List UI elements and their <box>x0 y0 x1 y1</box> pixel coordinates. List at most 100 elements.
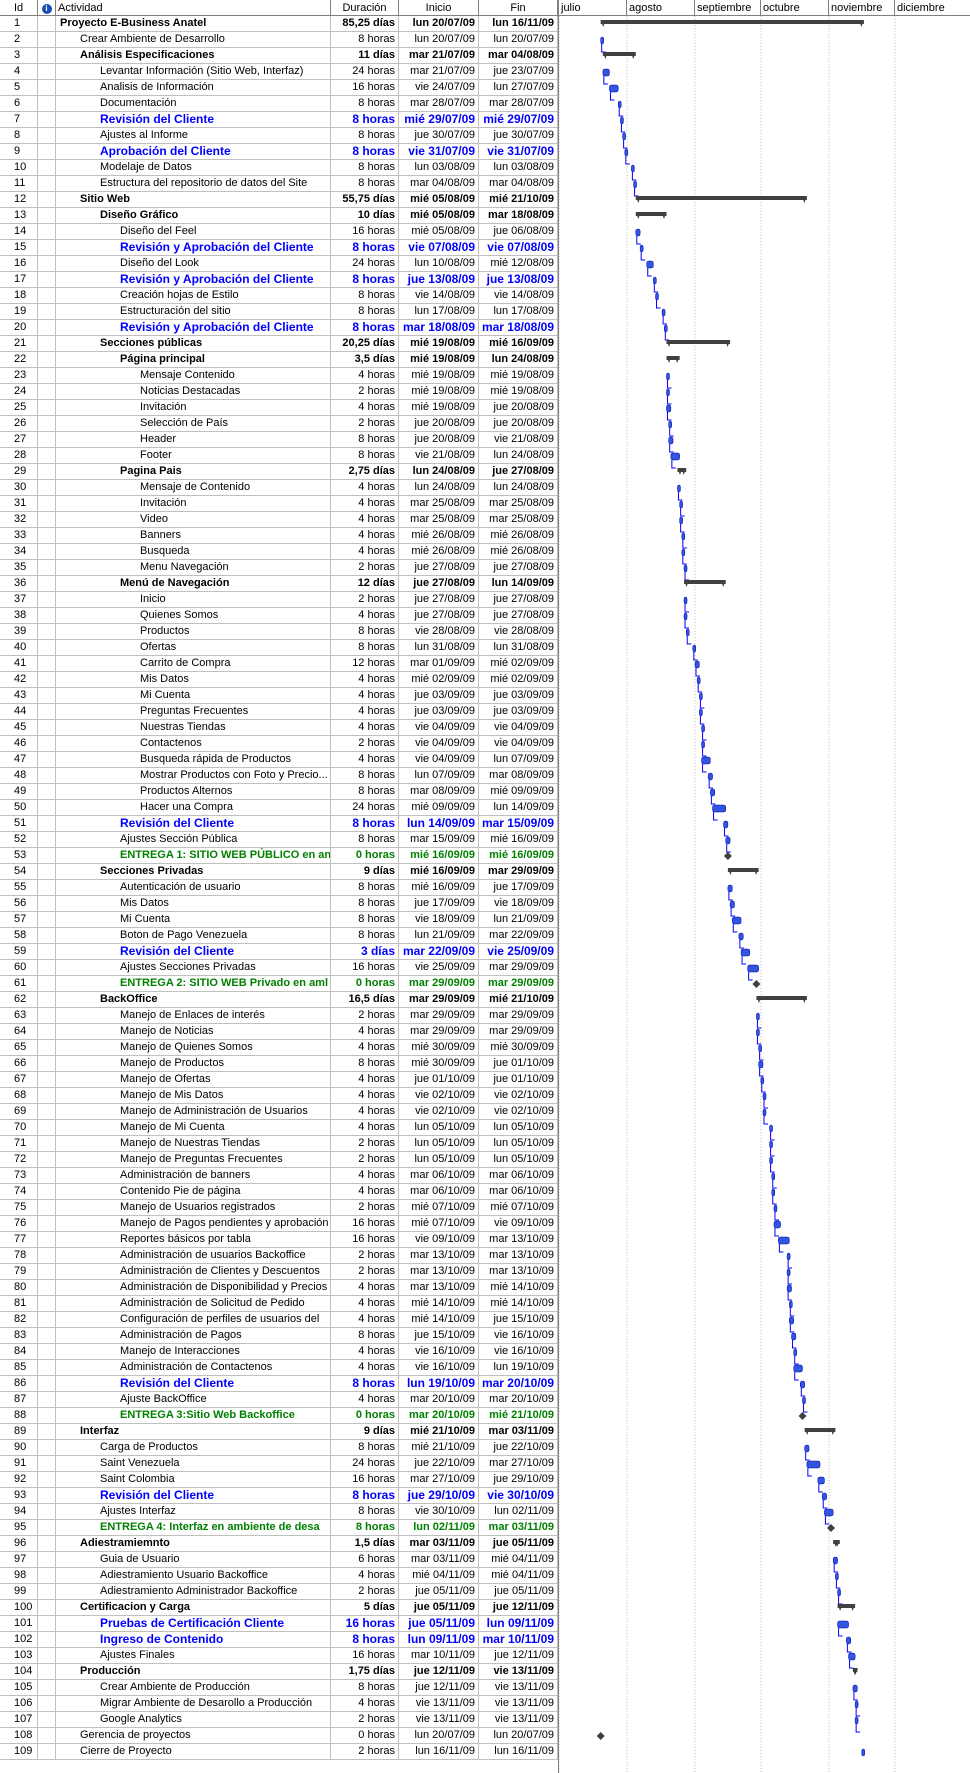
task-row[interactable]: 39 Productos 8 horas vie 28/08/09 vie 28/08/… <box>0 624 558 640</box>
task-row[interactable]: 70 Manejo de Mi Cuenta 4 horas lun 05/10/09… <box>0 1120 558 1136</box>
task-row[interactable]: 89 Interfaz 9 días mié 21/10/09 mar 03/11/09 <box>0 1424 558 1440</box>
task-row[interactable]: 6 Documentación 8 horas mar 28/07/09 mar 28/… <box>0 96 558 112</box>
task-row[interactable]: 65 Manejo de Quienes Somos 4 horas mié 30/0… <box>0 1040 558 1056</box>
task-row[interactable]: 80 Administración de Disponibilidad y Pre… <box>0 1280 558 1296</box>
task-row[interactable]: 1 Proyecto E-Business Anatel 85,25 días lun… <box>0 16 558 32</box>
col-header-info[interactable]: i <box>38 0 56 16</box>
task-row[interactable]: 56 Mis Datos 8 horas jue 17/09/09 vie 18/09/… <box>0 896 558 912</box>
task-row[interactable]: 48 Mostrar Productos con Foto y Precio...… <box>0 768 558 784</box>
task-row[interactable]: 47 Busqueda rápida de Productos 4 horas vie… <box>0 752 558 768</box>
task-row[interactable]: 13 Diseño Gráfico 10 días mié 05/08/09 mar 1… <box>0 208 558 224</box>
task-row[interactable]: 96 Adiestramiemnto 1,5 días mar 03/11/09 jue… <box>0 1536 558 1552</box>
task-row[interactable]: 92 Saint Colombia 16 horas mar 27/10/09 jue … <box>0 1472 558 1488</box>
task-row[interactable]: 34 Busqueda 4 horas mié 26/08/09 mié 26/08/0… <box>0 544 558 560</box>
task-row[interactable]: 71 Manejo de Nuestras Tiendas 2 horas lun 0… <box>0 1136 558 1152</box>
task-row[interactable]: 33 Banners 4 horas mié 26/08/09 mié 26/08/09 <box>0 528 558 544</box>
task-row[interactable]: 12 Sitio Web 55,75 días mié 05/08/09 mié 21/… <box>0 192 558 208</box>
task-row[interactable]: 73 Administración de banners 4 horas mar 06… <box>0 1168 558 1184</box>
task-row[interactable]: 19 Estructuración del sitio 8 horas lun 17/… <box>0 304 558 320</box>
task-row[interactable]: 28 Footer 8 horas vie 21/08/09 lun 24/08/09 <box>0 448 558 464</box>
task-row[interactable]: 57 Mi Cuenta 8 horas vie 18/09/09 lun 21/09/… <box>0 912 558 928</box>
task-row[interactable]: 93 Revisión del Cliente 8 horas jue 29/10/0… <box>0 1488 558 1504</box>
task-row[interactable]: 37 Inicio 2 horas jue 27/08/09 jue 27/08/09 <box>0 592 558 608</box>
task-row[interactable]: 79 Administración de Clientes y Descuento… <box>0 1264 558 1280</box>
task-row[interactable]: 77 Reportes básicos por tabla 16 horas vie … <box>0 1232 558 1248</box>
task-row[interactable]: 85 Administración de Contactenos 4 horas vi… <box>0 1360 558 1376</box>
task-row[interactable]: 27 Header 8 horas jue 20/08/09 vie 21/08/09 <box>0 432 558 448</box>
task-row[interactable]: 10 Modelaje de Datos 8 horas lun 03/08/09 lu… <box>0 160 558 176</box>
task-row[interactable]: 88 ENTREGA 3:Sitio Web Backoffice 0 horas m… <box>0 1408 558 1424</box>
task-row[interactable]: 46 Contactenos 2 horas vie 04/09/09 vie 04/0… <box>0 736 558 752</box>
task-row[interactable]: 109 Cierre de Proyecto 2 horas lun 16/11/09… <box>0 1744 558 1760</box>
task-row[interactable]: 44 Preguntas Frecuentes 4 horas jue 03/09/0… <box>0 704 558 720</box>
task-row[interactable]: 45 Nuestras Tiendas 4 horas vie 04/09/09 vie… <box>0 720 558 736</box>
task-row[interactable]: 60 Ajustes Secciones Privadas 16 horas vie … <box>0 960 558 976</box>
task-row[interactable]: 76 Manejo de Pagos pendientes y aprobació… <box>0 1216 558 1232</box>
task-row[interactable]: 26 Selección de País 2 horas jue 20/08/09 ju… <box>0 416 558 432</box>
task-row[interactable]: 50 Hacer una Compra 24 horas mié 09/09/09 lu… <box>0 800 558 816</box>
task-row[interactable]: 86 Revisión del Cliente 8 horas lun 19/10/0… <box>0 1376 558 1392</box>
task-row[interactable]: 25 Invitación 4 horas mié 19/08/09 jue 20/08… <box>0 400 558 416</box>
task-row[interactable]: 22 Página principal 3,5 días mié 19/08/09 lu… <box>0 352 558 368</box>
task-row[interactable]: 101 Pruebas de Certificación Cliente 16 ho… <box>0 1616 558 1632</box>
task-row[interactable]: 9 Aprobación del Cliente 8 horas vie 31/07/… <box>0 144 558 160</box>
task-row[interactable]: 55 Autenticación de usuario 8 horas mié 16/… <box>0 880 558 896</box>
task-row[interactable]: 94 Ajustes Interfaz 8 horas vie 30/10/09 lun… <box>0 1504 558 1520</box>
task-row[interactable]: 15 Revisión y Aprobación del Cliente 8 hor… <box>0 240 558 256</box>
task-row[interactable]: 40 Ofertas 8 horas lun 31/08/09 lun 31/08/09 <box>0 640 558 656</box>
task-row[interactable]: 4 Levantar Información (Sitio Web, Interf… <box>0 64 558 80</box>
col-header-start[interactable]: Inicio <box>399 0 479 16</box>
task-row[interactable]: 11 Estructura del repositorio de datos de… <box>0 176 558 192</box>
task-row[interactable]: 105 Crear Ambiente de Producción 8 horas ju… <box>0 1680 558 1696</box>
task-row[interactable]: 78 Administración de usuarios Backoffice 2… <box>0 1248 558 1264</box>
task-row[interactable]: 58 Boton de Pago Venezuela 8 horas lun 21/0… <box>0 928 558 944</box>
task-row[interactable]: 52 Ajustes Sección Pública 8 horas mar 15/0… <box>0 832 558 848</box>
task-row[interactable]: 29 Pagina Pais 2,75 días lun 24/08/09 jue 27… <box>0 464 558 480</box>
task-row[interactable]: 69 Manejo de Administración de Usuarios 4 … <box>0 1104 558 1120</box>
task-row[interactable]: 42 Mis Datos 4 horas mié 02/09/09 mié 02/09/… <box>0 672 558 688</box>
task-row[interactable]: 64 Manejo de Noticias 4 horas mar 29/09/09 m… <box>0 1024 558 1040</box>
task-row[interactable]: 82 Configuración de perfiles de usuarios … <box>0 1312 558 1328</box>
task-row[interactable]: 75 Manejo de Usuarios registrados 2 horas m… <box>0 1200 558 1216</box>
col-header-end[interactable]: Fin <box>479 0 558 16</box>
task-row[interactable]: 103 Ajustes Finales 16 horas mar 10/11/09 ju… <box>0 1648 558 1664</box>
task-row[interactable]: 87 Ajuste BackOffice 4 horas mar 20/10/09 ma… <box>0 1392 558 1408</box>
task-row[interactable]: 102 Ingreso de Contenido 8 horas lun 09/11/… <box>0 1632 558 1648</box>
task-row[interactable]: 21 Secciones públicas 20,25 días mié 19/08/… <box>0 336 558 352</box>
task-row[interactable]: 17 Revisión y Aprobación del Cliente 8 hor… <box>0 272 558 288</box>
task-row[interactable]: 51 Revisión del Cliente 8 horas lun 14/09/0… <box>0 816 558 832</box>
task-row[interactable]: 98 Adiestramiento Usuario Backoffice 4 hor… <box>0 1568 558 1584</box>
task-row[interactable]: 61 ENTREGA 2: SITIO WEB Privado en aml 0 h… <box>0 976 558 992</box>
task-row[interactable]: 91 Saint Venezuela 24 horas jue 22/10/09 mar… <box>0 1456 558 1472</box>
task-row[interactable]: 3 Análisis Especificaciones 11 días mar 21/… <box>0 48 558 64</box>
task-row[interactable]: 108 Gerencia de proyectos 0 horas lun 20/07… <box>0 1728 558 1744</box>
task-row[interactable]: 14 Diseño del Feel 16 horas mié 05/08/09 jue… <box>0 224 558 240</box>
col-header-duration[interactable]: Duración <box>331 0 399 16</box>
task-row[interactable]: 84 Manejo de Interacciones 4 horas vie 16/1… <box>0 1344 558 1360</box>
task-row[interactable]: 100 Certificacion y Carga 5 días jue 05/11/… <box>0 1600 558 1616</box>
task-row[interactable]: 38 Quienes Somos 4 horas jue 27/08/09 jue 27… <box>0 608 558 624</box>
task-row[interactable]: 18 Creación hojas de Estilo 8 horas vie 14/… <box>0 288 558 304</box>
task-row[interactable]: 63 Manejo de Enlaces de interés 2 horas mar… <box>0 1008 558 1024</box>
col-header-id[interactable]: Id <box>0 0 38 16</box>
task-row[interactable]: 16 Diseño del Look 24 horas lun 10/08/09 mié… <box>0 256 558 272</box>
task-row[interactable]: 5 Analisis de Información 16 horas vie 24/0… <box>0 80 558 96</box>
task-row[interactable]: 95 ENTREGA 4: Interfaz en ambiente de des… <box>0 1520 558 1536</box>
task-row[interactable]: 32 Video 4 horas mar 25/08/09 mar 25/08/09 <box>0 512 558 528</box>
task-row[interactable]: 24 Noticias Destacadas 2 horas mié 19/08/09… <box>0 384 558 400</box>
task-row[interactable]: 74 Contenido Pie de página 4 horas mar 06/1… <box>0 1184 558 1200</box>
task-row[interactable]: 62 BackOffice 16,5 días mar 29/09/09 mié 21/… <box>0 992 558 1008</box>
col-header-activity[interactable]: Actividad <box>56 0 331 16</box>
task-row[interactable]: 97 Guia de Usuario 6 horas mar 03/11/09 mié … <box>0 1552 558 1568</box>
task-row[interactable]: 81 Administración de Solicitud de Pedido 4… <box>0 1296 558 1312</box>
task-row[interactable]: 54 Secciones Privadas 9 días mié 16/09/09 ma… <box>0 864 558 880</box>
task-row[interactable]: 20 Revisión y Aprobación del Cliente 8 hor… <box>0 320 558 336</box>
task-row[interactable]: 7 Revisión del Cliente 8 horas mié 29/07/09… <box>0 112 558 128</box>
task-row[interactable]: 90 Carga de Productos 8 horas mié 21/10/09 j… <box>0 1440 558 1456</box>
task-row[interactable]: 43 Mi Cuenta 4 horas jue 03/09/09 jue 03/09/… <box>0 688 558 704</box>
task-row[interactable]: 41 Carrito de Compra 12 horas mar 01/09/09 m… <box>0 656 558 672</box>
task-row[interactable]: 35 Menu Navegación 2 horas jue 27/08/09 jue … <box>0 560 558 576</box>
task-row[interactable]: 104 Producción 1,75 días jue 12/11/09 vie 13… <box>0 1664 558 1680</box>
task-row[interactable]: 59 Revisión del Cliente 3 días mar 22/09/09… <box>0 944 558 960</box>
task-row[interactable]: 8 Ajustes al Informe 8 horas jue 30/07/09 ju… <box>0 128 558 144</box>
